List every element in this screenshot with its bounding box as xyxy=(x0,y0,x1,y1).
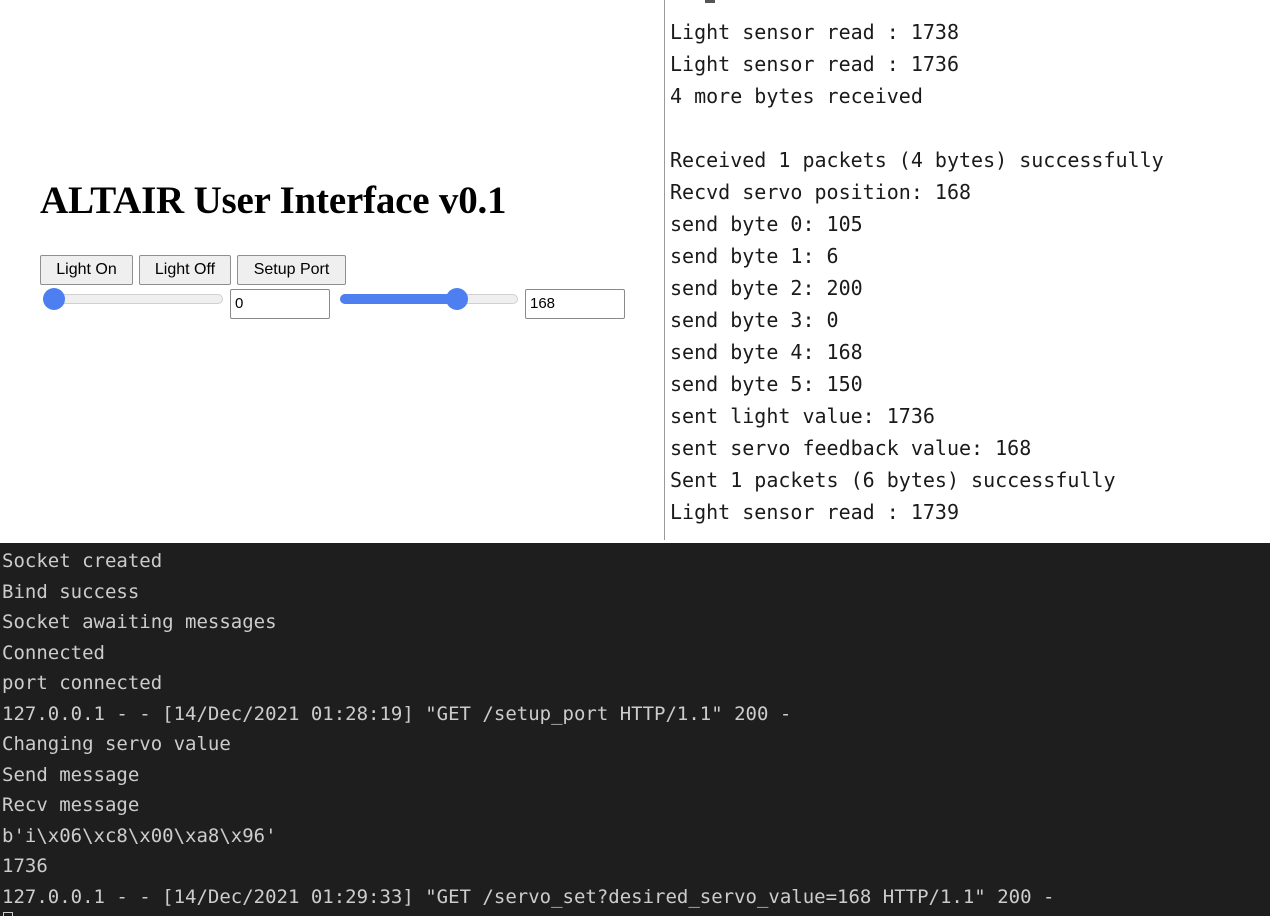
serial-log-line: send byte 1: 6 xyxy=(670,244,839,268)
terminal-log-line: Socket awaiting messages xyxy=(2,611,277,633)
light-slider-thumb[interactable] xyxy=(43,288,65,310)
serial-log-line: send byte 2: 200 xyxy=(670,276,863,300)
page-title: ALTAIR User Interface v0.1 xyxy=(40,179,507,222)
web-ui-panel: ALTAIR User Interface v0.1 Light On Ligh… xyxy=(0,0,650,540)
serial-log-line: Light sensor read : 1736 xyxy=(670,52,959,76)
terminal-log-line: Connected xyxy=(2,641,105,664)
servo-slider[interactable] xyxy=(340,288,518,310)
light-slider[interactable] xyxy=(43,288,223,310)
servo-slider-fill xyxy=(340,294,458,304)
serial-log: Light sensor read : 1738 Light sensor rea… xyxy=(670,16,1164,528)
terminal-window[interactable]: Socket created Bind success Socket awaitin… xyxy=(0,543,1270,916)
terminal-log-line: 1736 xyxy=(2,855,48,877)
serial-monitor-panel[interactable]: Light sensor read : 1738 Light sensor rea… xyxy=(664,0,1270,540)
servo-value-input[interactable]: 168 xyxy=(525,289,625,319)
light-on-button[interactable]: Light On xyxy=(40,255,133,285)
terminal-log-line: b'i\x06\xc8\x00\xa8\x96' xyxy=(2,824,277,847)
serial-log-line: send byte 3: 0 xyxy=(670,308,839,332)
serial-log-line: Recvd servo position: 168 xyxy=(670,180,972,204)
serial-log-line: send byte 5: 150 xyxy=(670,372,863,396)
serial-log-line: Sent 1 packets (6 bytes) successfully xyxy=(670,468,1116,492)
serial-log-line: sent servo feedback value: 168 xyxy=(670,436,1032,460)
terminal-log-line: Bind success xyxy=(2,580,140,603)
serial-log-line: send byte 4: 168 xyxy=(670,340,863,364)
setup-port-button[interactable]: Setup Port xyxy=(237,255,346,285)
serial-log-line: Light sensor read : 1738 xyxy=(670,20,959,44)
serial-log-line: send byte 0: 105 xyxy=(670,212,863,236)
light-off-button[interactable]: Light Off xyxy=(139,255,231,285)
terminal-cursor xyxy=(3,912,13,916)
terminal-log-line: Send message xyxy=(2,763,140,786)
servo-slider-thumb[interactable] xyxy=(446,288,469,310)
light-value-input[interactable]: 0 xyxy=(230,289,330,319)
terminal-log-line: port connected xyxy=(2,672,163,694)
terminal-log-line: Recv message xyxy=(2,794,140,816)
terminal-log-line: 127.0.0.1 - - [14/Dec/2021 01:28:19] "GE… xyxy=(2,702,792,725)
serial-log-line: Received 1 packets (4 bytes) successfull… xyxy=(670,148,1164,172)
terminal-log-line: Changing servo value xyxy=(2,733,231,755)
light-slider-track xyxy=(43,294,223,304)
terminal-log-line: Socket created xyxy=(2,550,163,572)
terminal-log-line: 127.0.0.1 - - [14/Dec/2021 01:29:33] "GE… xyxy=(2,885,1055,908)
serial-log-line xyxy=(670,112,1164,144)
serial-log-line: Light sensor read : 1739 xyxy=(670,500,959,524)
serial-log-line: sent light value: 1736 xyxy=(670,404,935,428)
serial-log-line: 4 more bytes received xyxy=(670,84,923,108)
scroll-marker xyxy=(705,0,715,3)
terminal-log: Socket created Bind success Socket awaitin… xyxy=(2,546,1054,912)
